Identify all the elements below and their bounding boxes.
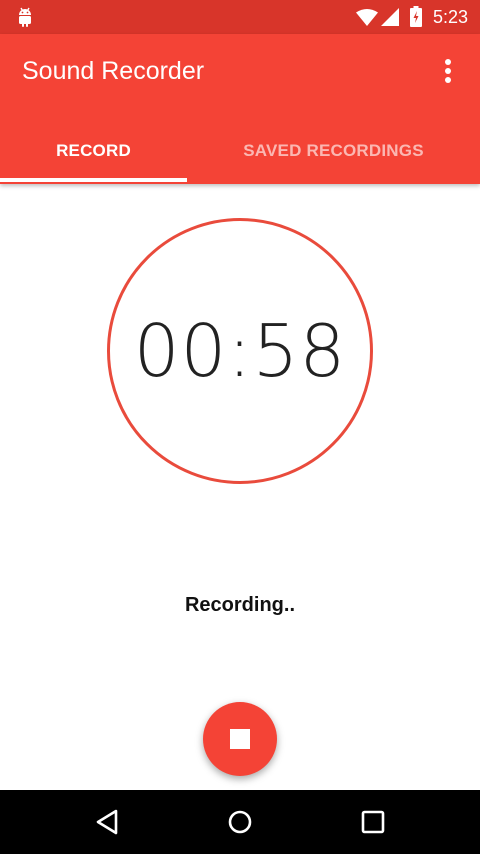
more-vert-icon[interactable]: [432, 54, 464, 88]
recording-status-text: Recording..: [184, 594, 295, 616]
back-icon[interactable]: [92, 806, 124, 838]
timer-ring: 00:58: [107, 218, 373, 484]
timer-display: 00:58: [133, 309, 347, 393]
home-icon[interactable]: [224, 806, 256, 838]
stop-recording-button[interactable]: [203, 702, 277, 776]
stop-icon: [230, 729, 250, 749]
app-bar: Sound Recorder RECORD SAVED RECORDINGS: [0, 34, 480, 184]
tab-saved-recordings[interactable]: SAVED RECORDINGS: [187, 118, 480, 184]
app-title: Sound Recorder: [22, 57, 205, 85]
status-bar-clock: 5:23: [433, 7, 469, 27]
tab-record[interactable]: RECORD: [0, 118, 187, 184]
wifi-icon: [356, 9, 378, 26]
tab-indicator: [0, 178, 187, 182]
status-bar: 5:23: [0, 0, 480, 34]
android-icon: [19, 7, 31, 27]
navigation-bar: [0, 790, 480, 854]
recents-icon[interactable]: [357, 806, 389, 838]
battery-charging-icon: [410, 6, 422, 27]
signal-icon: [381, 8, 399, 26]
